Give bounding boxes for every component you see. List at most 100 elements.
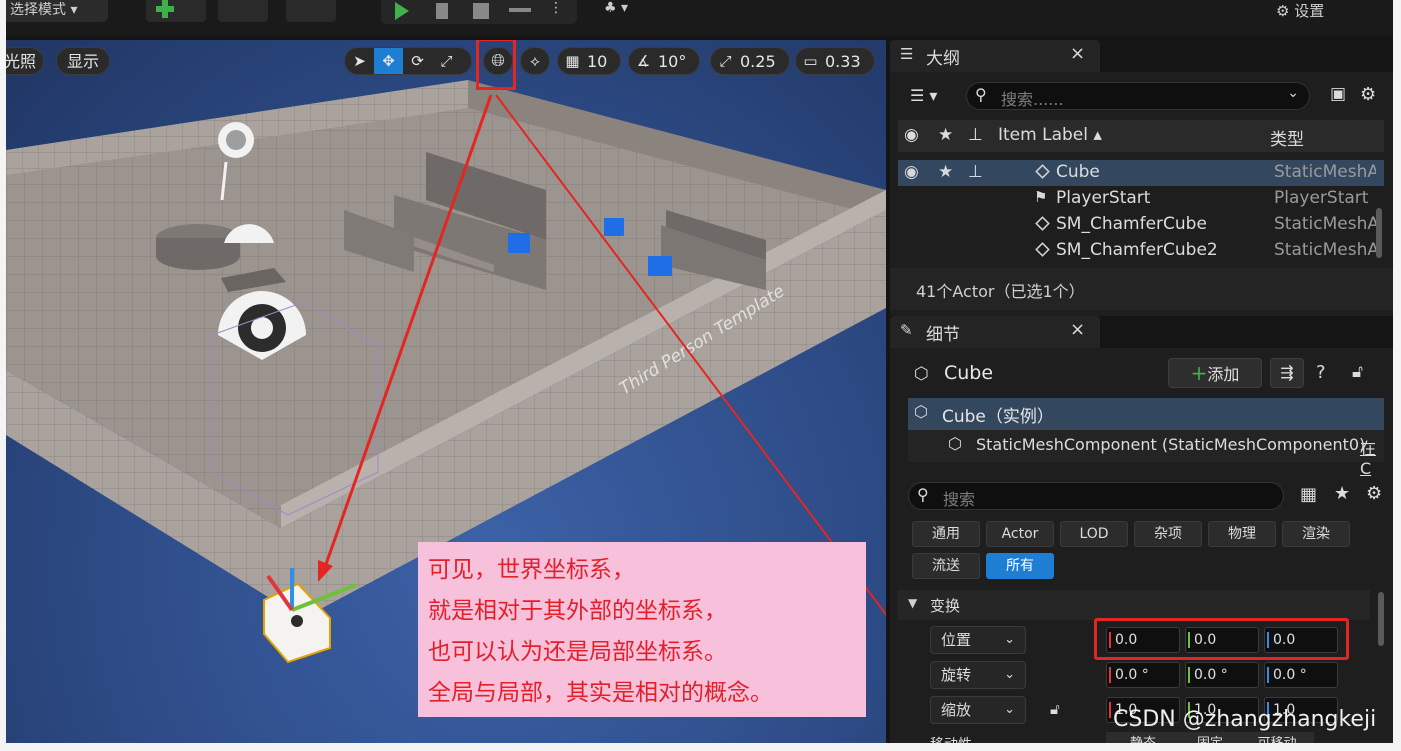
table-view-icon[interactable]: ▦ (1300, 484, 1317, 505)
outliner-footer: 41个Actor（已选1个） (890, 268, 1393, 310)
rotation-dropdown[interactable]: 旋转 ⌄ (930, 661, 1026, 689)
lock-icon[interactable]: 🔓︎ (1352, 362, 1363, 382)
add-content-button[interactable] (146, 0, 206, 22)
chevron-down-icon[interactable]: ⌄ (1287, 85, 1299, 101)
row-type: StaticMeshActor (1274, 162, 1376, 182)
blueprint-icon: ⇶ (1280, 363, 1294, 382)
category-rendering[interactable]: 渲染 (1282, 521, 1350, 547)
grid-snap-control[interactable]: ▦ 10 (557, 47, 621, 75)
component-label: StaticMeshComponent (StaticMeshComponent… (976, 435, 1366, 454)
outliner-row-playerstart[interactable]: ⚑ PlayerStart PlayerStart (898, 186, 1384, 212)
star-icon[interactable]: ★ (1334, 483, 1350, 504)
move-tool-icon[interactable]: ✥ (374, 48, 403, 74)
cinematics-button[interactable] (286, 0, 336, 22)
pin-icon[interactable]: ⊥ (968, 125, 983, 145)
scale-tool-icon[interactable]: ⤢ (432, 48, 461, 74)
component-child-row[interactable]: ⬡ StaticMeshComponent (StaticMeshCompone… (908, 430, 1384, 478)
static-mesh-icon: ⬡ (914, 402, 928, 421)
close-icon[interactable]: × (1070, 43, 1085, 64)
category-lod[interactable]: LOD (1060, 521, 1128, 547)
surface-snap-icon: ⟡ (530, 52, 540, 70)
category-streaming[interactable]: 流送 (912, 553, 980, 579)
chevron-down-icon: ⌄ (1004, 632, 1015, 647)
component-link[interactable]: 在C (1360, 435, 1384, 478)
filter-icon[interactable]: ☰ ▾ (910, 86, 937, 105)
transform-section-header[interactable]: ▼ 变换 (898, 590, 1370, 620)
blueprint-button[interactable] (218, 0, 268, 22)
scale-snap-icon: ⤢ (719, 52, 732, 70)
scale-dropdown[interactable]: 缩放 ⌄ (930, 696, 1026, 724)
row-name: SM_ChamferCube2 (1056, 240, 1218, 260)
skip-icon[interactable] (436, 3, 448, 19)
outliner-search-input[interactable]: ⚲ 搜索...... ⌄ (966, 82, 1310, 110)
rotate-tool-icon[interactable]: ⟳ (403, 48, 432, 74)
add-component-button[interactable]: +添加 (1168, 358, 1262, 388)
pin-icon[interactable]: ⊥ (968, 162, 983, 182)
lock-icon[interactable]: 🔓︎ (1050, 700, 1060, 718)
static-mesh-icon: ⬡ (914, 364, 929, 384)
details-scrollbar[interactable] (1378, 592, 1384, 646)
surface-snap-toggle[interactable]: ⟡ (520, 47, 550, 75)
column-type[interactable]: 类型 (1270, 125, 1304, 150)
category-physics[interactable]: 物理 (1208, 521, 1276, 547)
category-general[interactable]: 通用 (912, 521, 980, 547)
category-all[interactable]: 所有 (986, 553, 1054, 579)
rotation-snap-control[interactable]: ∡ 10° (628, 47, 700, 75)
stop-icon[interactable] (473, 3, 489, 19)
details-search-input[interactable]: ⚲ 搜索 (908, 482, 1284, 510)
select-tool-icon[interactable]: ➤ (345, 48, 374, 74)
visibility-icon[interactable]: ◉ (904, 125, 919, 145)
main-toolbar: 选择模式 ▾ ⋮ ♣ ▾ ⚙ 设置 (6, 0, 1393, 36)
visibility-icon[interactable]: ◉ (904, 162, 919, 182)
help-icon[interactable]: ? (1316, 362, 1326, 383)
mobility-movable[interactable]: 可移动 (1240, 732, 1314, 743)
outliner-row-chamfercube2[interactable]: SM_ChamferCube2 StaticMeshActor (898, 238, 1384, 264)
add-folder-icon[interactable]: ▣ (1330, 84, 1346, 104)
mode-label: 选择模式 (10, 2, 66, 18)
column-item-label[interactable]: Item Label ▴ (998, 125, 1102, 145)
show-button[interactable]: 显示 (56, 47, 110, 75)
mode-select[interactable]: 选择模式 ▾ (6, 0, 108, 22)
play-icon[interactable] (395, 2, 409, 20)
outliner-scrollbar[interactable] (1376, 208, 1382, 258)
tab-outliner[interactable]: ☰ 大纲 × (890, 40, 1100, 72)
platforms-button[interactable]: ♣ ▾ (604, 0, 724, 22)
outliner-row-chamfercube[interactable]: SM_ChamferCube StaticMeshActor (898, 212, 1384, 238)
scale-snap-control[interactable]: ⤢ 0.25 (710, 47, 790, 75)
close-icon[interactable]: × (1070, 319, 1085, 340)
tab-details[interactable]: ✎ 细节 × (890, 316, 1100, 348)
player-start-icon: ⚑ (1034, 188, 1048, 206)
outliner-icon: ☰ (900, 45, 914, 63)
details-search-placeholder: 搜索 (943, 490, 976, 509)
lit-mode-button[interactable]: 光照 (6, 47, 44, 75)
category-misc[interactable]: 杂项 (1134, 521, 1202, 547)
camera-speed-control[interactable]: ▭ 0.33 (795, 47, 875, 75)
highlight-location-box (1094, 618, 1349, 660)
gear-icon[interactable]: ⚙ (1366, 483, 1382, 504)
eject-icon[interactable] (509, 8, 531, 12)
blueprint-convert-button[interactable]: ⇶ (1270, 358, 1304, 388)
outliner-row-cube[interactable]: ◉ ★ ⊥ Cube StaticMeshActor (898, 160, 1384, 186)
star-icon[interactable]: ★ (938, 162, 953, 182)
mobility-stationary[interactable]: 固定 (1180, 732, 1240, 743)
category-actor[interactable]: Actor (986, 521, 1054, 547)
settings-button[interactable]: ⚙ 设置 (1276, 0, 1324, 21)
component-root-row[interactable]: ⬡ Cube（实例） (908, 398, 1384, 430)
rotation-z-field[interactable]: 0.0 ° (1264, 662, 1338, 688)
more-options-icon[interactable]: ⋮ (549, 0, 563, 16)
level-viewport[interactable]: Third Person Template 光照 显示 ➤ ✥ ⟳ ⤢ 🌐︎ ⟡… (6, 40, 886, 743)
outliner-search-placeholder: 搜索...... (1001, 90, 1064, 109)
mobility-static[interactable]: 静态 (1106, 732, 1180, 743)
rotation-snap-value: 10° (658, 51, 687, 71)
gear-icon[interactable]: ⚙ (1360, 84, 1376, 105)
star-icon[interactable]: ★ (938, 125, 953, 145)
rotation-y-field[interactable]: 0.0 ° (1185, 662, 1259, 688)
actor-count: 41个Actor（已选1个） (916, 282, 1085, 301)
row-name: SM_ChamferCube (1056, 214, 1207, 234)
search-icon: ⚲ (917, 485, 929, 504)
plus-icon: + (1190, 361, 1208, 385)
side-panels: ☰ 大纲 × ☰ ▾ ⚲ 搜索...... ⌄ ▣ ⚙ ◉ ★ ⊥ Item L… (890, 40, 1393, 743)
location-dropdown[interactable]: 位置 ⌄ (930, 626, 1026, 654)
annotation-note: 可见，世界坐标系， 就是相对于其外部的坐标系， 也可以认为还是局部坐标系。 全局… (418, 542, 866, 717)
rotation-x-field[interactable]: 0.0 ° (1106, 662, 1180, 688)
